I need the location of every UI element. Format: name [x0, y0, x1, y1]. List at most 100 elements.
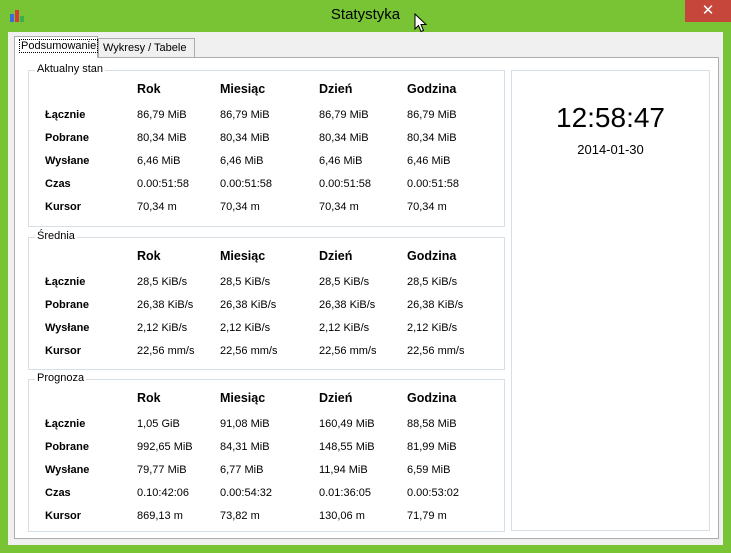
- stat-value: 28,5 KiB/s: [407, 276, 458, 288]
- stat-value: 0.00:51:58: [220, 178, 272, 190]
- stat-value: 28,5 KiB/s: [220, 276, 271, 288]
- row-label: Kursor: [45, 345, 82, 357]
- stat-value: 81,99 MiB: [407, 441, 457, 453]
- row-label: Pobrane: [45, 132, 90, 144]
- stat-value: 70,34 m: [319, 201, 359, 213]
- stat-value: 80,34 MiB: [220, 132, 270, 144]
- group-legend: Prognoza: [35, 372, 87, 384]
- row-label: Łącznie: [45, 109, 86, 121]
- stat-value: 0.01:36:05: [319, 487, 371, 499]
- stat-value: 2,12 KiB/s: [319, 322, 370, 334]
- row-label: Czas: [45, 487, 71, 499]
- column-header: Godzina: [407, 82, 457, 96]
- clock-time: 12:58:47: [556, 102, 665, 133]
- group-legend: Aktualny stan: [35, 63, 106, 75]
- stat-value: 6,46 MiB: [319, 155, 363, 167]
- stat-value: 160,49 MiB: [319, 418, 375, 430]
- column-header: Rok: [137, 391, 161, 405]
- group-aktualny-stan: Aktualny stan Rok Miesiąc Dzień Godzina Łączn…: [28, 63, 505, 227]
- stat-value: 2,12 KiB/s: [407, 322, 458, 334]
- row-label: Pobrane: [45, 441, 90, 453]
- stat-value: 0.10:42:06: [137, 487, 189, 499]
- column-header: Godzina: [407, 249, 457, 263]
- stat-value: 2,12 KiB/s: [137, 322, 188, 334]
- row-label: Wysłane: [45, 464, 90, 476]
- tab-podsumowanie[interactable]: Podsumowanie: [14, 36, 99, 58]
- stat-value: 6,59 MiB: [407, 464, 451, 476]
- stat-value: 80,34 MiB: [407, 132, 457, 144]
- stat-value: 26,38 KiB/s: [407, 299, 464, 311]
- stat-value: 79,77 MiB: [137, 464, 187, 476]
- column-header: Miesiąc: [220, 391, 266, 405]
- title-bar[interactable]: Statystyka ✕: [0, 0, 731, 33]
- close-button[interactable]: ✕: [685, 0, 731, 22]
- stat-value: 73,82 m: [220, 510, 260, 522]
- row-label: Wysłane: [45, 155, 90, 167]
- stat-value: 28,5 KiB/s: [137, 276, 188, 288]
- stat-value: 84,31 MiB: [220, 441, 270, 453]
- column-header: Rok: [137, 249, 161, 263]
- stat-value: 6,46 MiB: [220, 155, 264, 167]
- stat-value: 0.00:53:02: [407, 487, 459, 499]
- row-label: Łącznie: [45, 276, 86, 288]
- row-label: Wysłane: [45, 322, 90, 334]
- stat-value: 0.00:51:58: [137, 178, 189, 190]
- stat-value: 88,58 MiB: [407, 418, 457, 430]
- stat-value: 71,79 m: [407, 510, 447, 522]
- column-header: Godzina: [407, 391, 457, 405]
- stat-value: 1,05 GiB: [137, 418, 180, 430]
- column-header: Rok: [137, 82, 161, 96]
- stat-value: 70,34 m: [407, 201, 447, 213]
- stat-value: 869,13 m: [137, 510, 183, 522]
- stat-value: 26,38 KiB/s: [319, 299, 376, 311]
- column-header: Miesiąc: [220, 249, 266, 263]
- column-header: Dzień: [319, 82, 353, 96]
- row-label: Łącznie: [45, 418, 86, 430]
- summary-tab-page: Aktualny stan Rok Miesiąc Dzień Godzina Łączn…: [14, 57, 719, 539]
- stat-value: 70,34 m: [220, 201, 260, 213]
- stat-value: 0.00:54:32: [220, 487, 272, 499]
- column-header: Miesiąc: [220, 82, 266, 96]
- stat-value: 86,79 MiB: [319, 109, 369, 121]
- tab-wykresy-tabele[interactable]: Wykresy / Tabele: [98, 38, 195, 57]
- row-label: Pobrane: [45, 299, 90, 311]
- tab-label: Wykresy / Tabele: [103, 42, 187, 54]
- stat-value: 28,5 KiB/s: [319, 276, 370, 288]
- column-header: Dzień: [319, 391, 353, 405]
- stat-value: 2,12 KiB/s: [220, 322, 271, 334]
- client-area: Podsumowanie Wykresy / Tabele Aktualny s…: [8, 32, 723, 545]
- statistics-window: Statystyka ✕ Podsumowanie Wykresy / Tabe…: [0, 0, 731, 553]
- window-title: Statystyka: [330, 6, 401, 23]
- stat-value: 6,77 MiB: [220, 464, 264, 476]
- clock-panel: 12:58:47 2014-01-30: [511, 70, 710, 531]
- stat-value: 26,38 KiB/s: [137, 299, 194, 311]
- stat-value: 0.00:51:58: [319, 178, 371, 190]
- stat-value: 86,79 MiB: [220, 109, 270, 121]
- group-prognoza: Prognoza Rok Miesiąc Dzień Godzina Łącznie 1,0…: [28, 372, 505, 532]
- stat-value: 130,06 m: [319, 510, 365, 522]
- close-icon: ✕: [701, 1, 715, 19]
- mouse-pointer-icon: [414, 13, 427, 33]
- clock-date: 2014-01-30: [577, 142, 644, 157]
- stat-value: 86,79 MiB: [137, 109, 187, 121]
- stat-value: 22,56 mm/s: [319, 345, 377, 357]
- stat-value: 22,56 mm/s: [220, 345, 278, 357]
- stat-value: 22,56 mm/s: [137, 345, 195, 357]
- stat-value: 22,56 mm/s: [407, 345, 465, 357]
- group-srednia: Średnia Rok Miesiąc Dzień Godzina Łącznie 28,5…: [28, 230, 505, 370]
- stat-value: 0.00:51:58: [407, 178, 459, 190]
- column-header: Dzień: [319, 249, 353, 263]
- row-label: Kursor: [45, 201, 82, 213]
- stat-value: 6,46 MiB: [137, 155, 181, 167]
- row-label: Czas: [45, 178, 71, 190]
- stat-value: 70,34 m: [137, 201, 177, 213]
- stat-value: 992,65 MiB: [137, 441, 193, 453]
- stat-value: 6,46 MiB: [407, 155, 451, 167]
- group-legend: Średnia: [35, 230, 77, 242]
- row-label: Kursor: [45, 510, 82, 522]
- stat-value: 80,34 MiB: [137, 132, 187, 144]
- stat-value: 11,94 MiB: [319, 464, 368, 476]
- tab-label: Podsumowanie: [19, 39, 99, 53]
- stat-value: 91,08 MiB: [220, 418, 270, 430]
- stat-value: 148,55 MiB: [319, 441, 375, 453]
